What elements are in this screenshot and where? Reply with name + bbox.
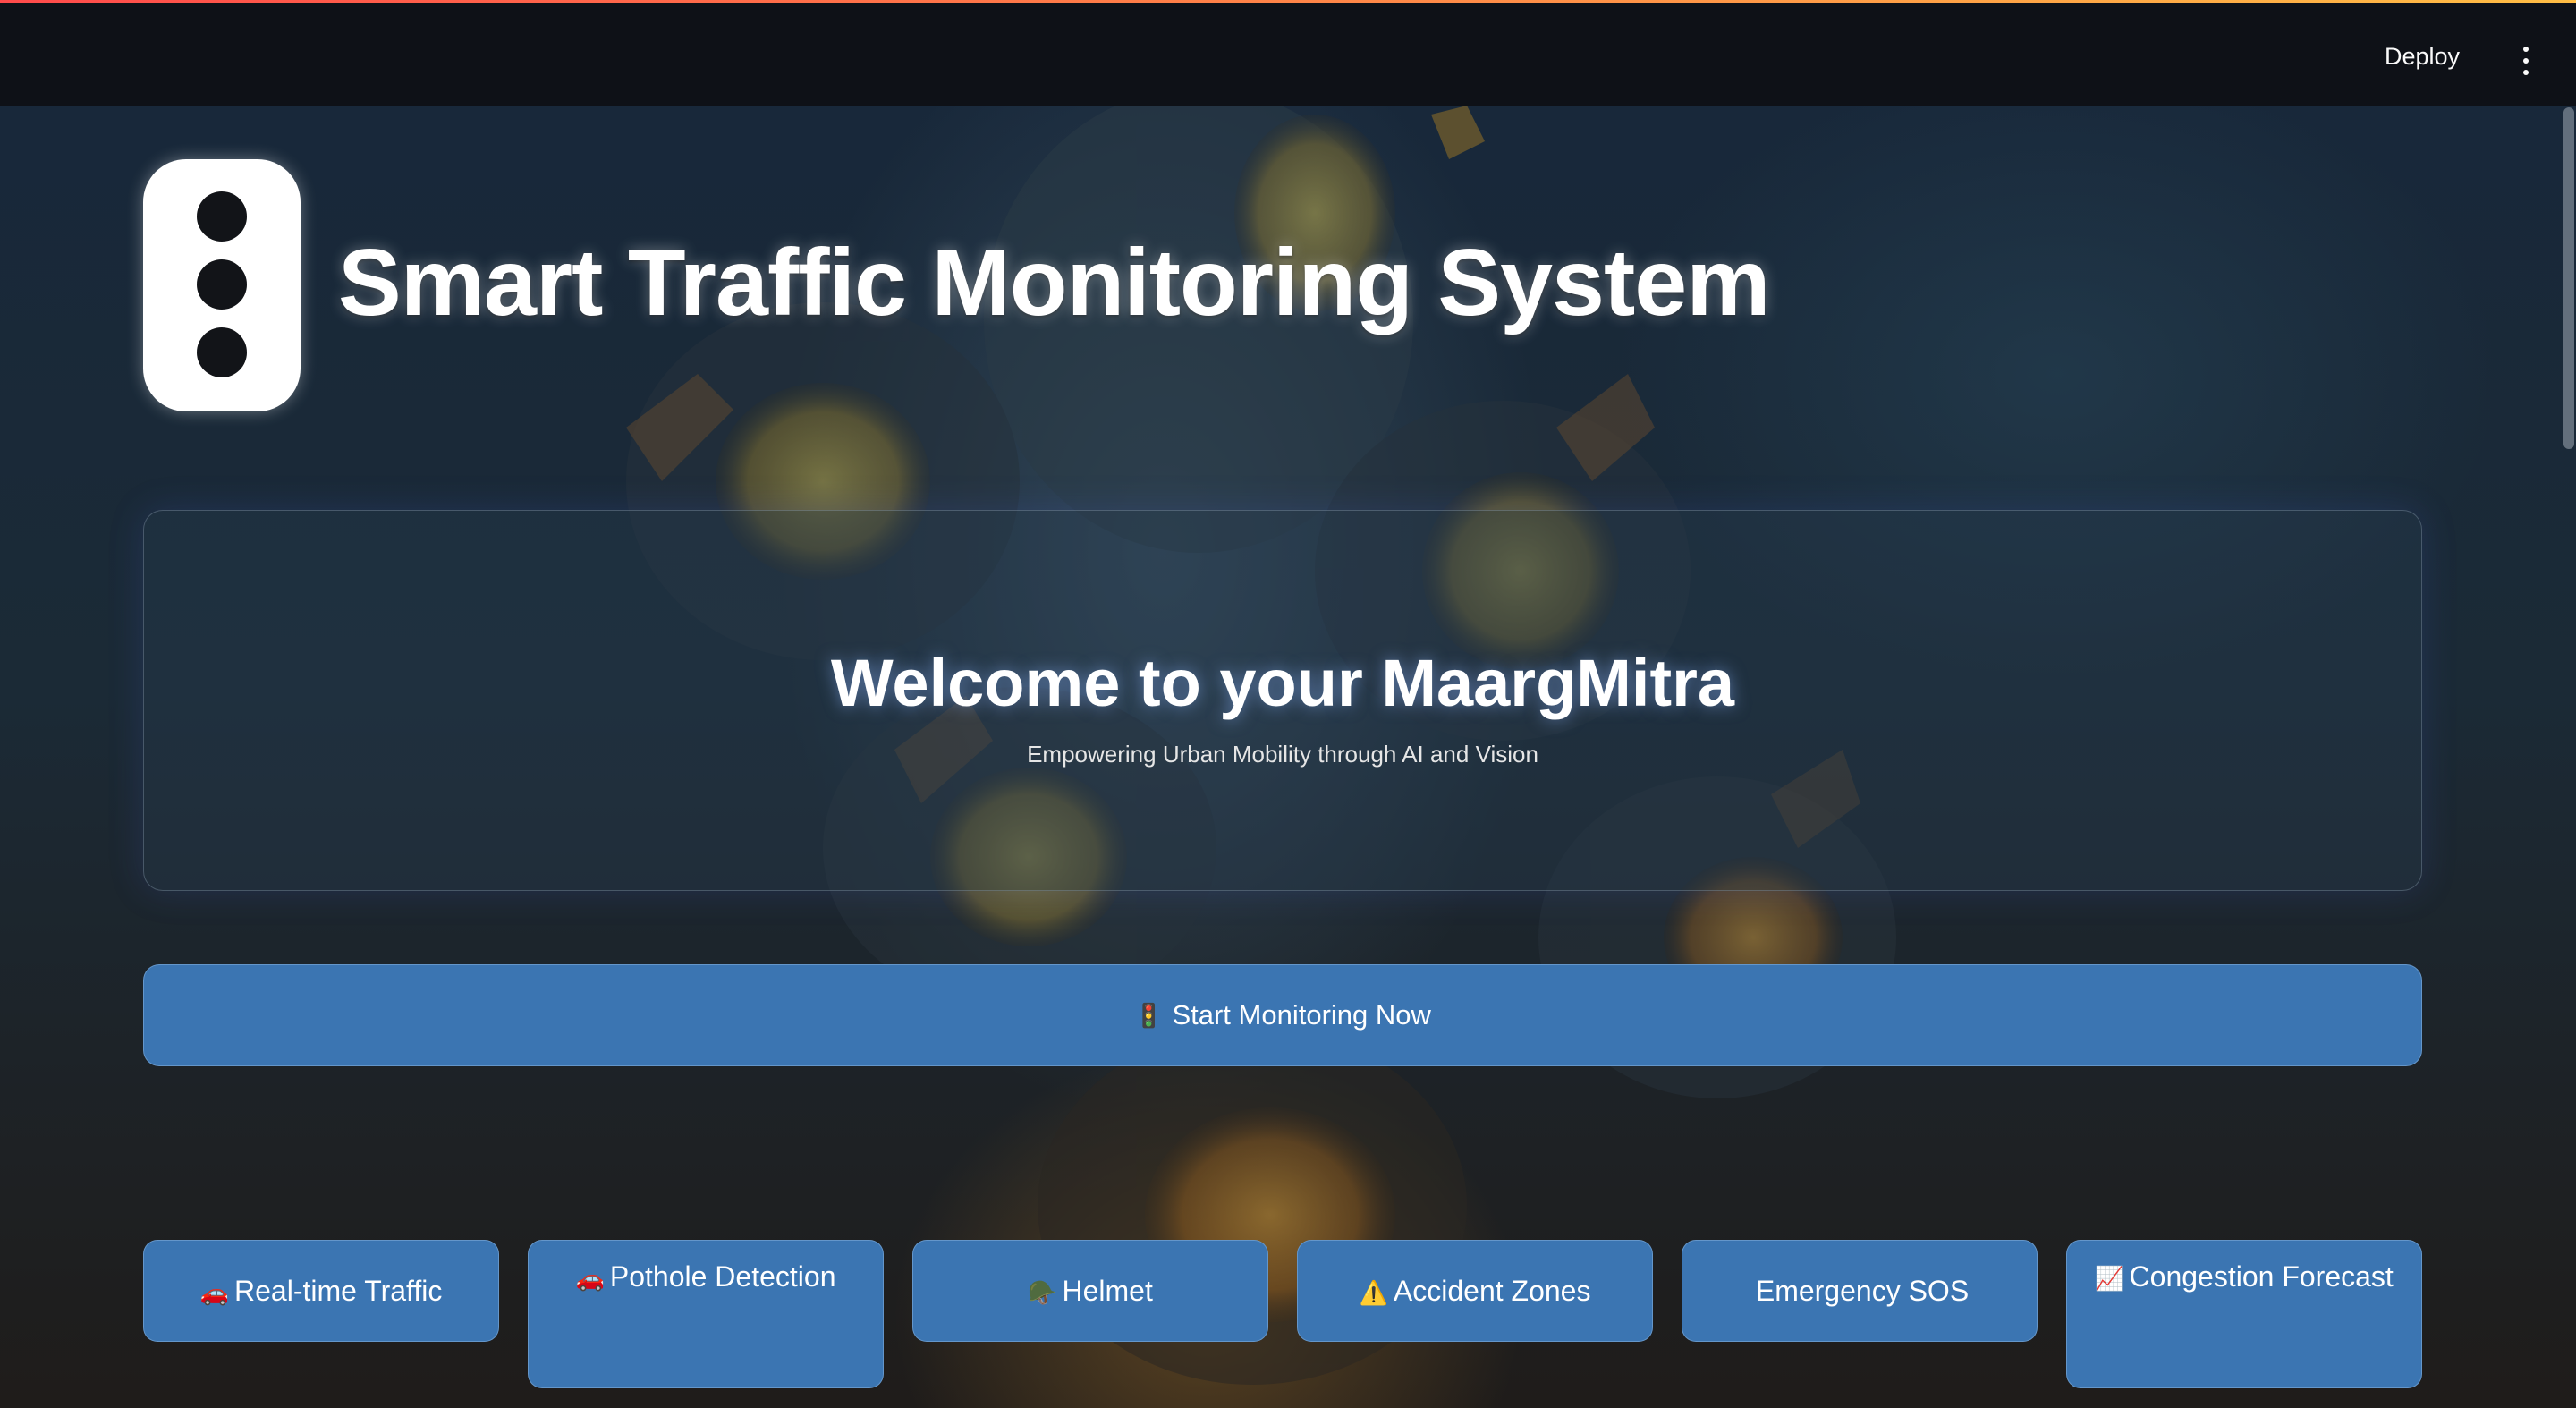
car-icon: 🚗: [199, 1279, 229, 1306]
main-menu-icon[interactable]: [2521, 47, 2531, 75]
feature-label: Real-time Traffic: [234, 1275, 443, 1307]
welcome-card: Welcome to your MaargMitra Empowering Ur…: [143, 510, 2422, 891]
feature-label: Congestion Forecast: [2129, 1260, 2394, 1293]
emergency-sos-button[interactable]: Emergency SOS: [1682, 1240, 2038, 1342]
start-monitoring-label: Start Monitoring Now: [1172, 999, 1431, 1031]
accident-zones-button[interactable]: ⚠️ Accident Zones: [1297, 1240, 1653, 1342]
feature-buttons-row: 🚗 Real-time Traffic 🚗 Pothole Detection 🪖 H…: [143, 1240, 2422, 1392]
chart-increasing-icon: 📈: [2095, 1265, 2124, 1292]
feature-label: Emergency SOS: [1755, 1275, 1970, 1307]
helmet-icon: 🪖: [1028, 1279, 1057, 1306]
real-time-traffic-button[interactable]: 🚗 Real-time Traffic: [143, 1240, 499, 1342]
page-scrollbar[interactable]: [2563, 107, 2574, 449]
pothole-detection-button[interactable]: 🚗 Pothole Detection: [528, 1240, 884, 1388]
feature-label: Pothole Detection: [609, 1260, 836, 1293]
deploy-button[interactable]: Deploy: [2385, 43, 2460, 71]
welcome-title: Welcome to your MaargMitra: [830, 646, 1735, 720]
welcome-subtitle: Empowering Urban Mobility through AI and…: [1027, 741, 1538, 768]
header-accent-line: [0, 0, 2576, 3]
feature-label: Accident Zones: [1393, 1275, 1591, 1307]
traffic-light-emoji-icon: 🚦: [1134, 1001, 1164, 1029]
app-header: Deploy: [0, 0, 2576, 106]
helmet-button[interactable]: 🪖 Helmet: [912, 1240, 1268, 1342]
car-icon: 🚗: [575, 1265, 605, 1292]
page-title: Smart Traffic Monitoring System: [338, 229, 1771, 335]
traffic-light-icon: [143, 159, 301, 411]
congestion-forecast-button[interactable]: 📈 Congestion Forecast: [2066, 1240, 2422, 1388]
feature-label: Helmet: [1062, 1275, 1153, 1307]
app-title-row: Smart Traffic Monitoring System: [143, 159, 1771, 411]
main-content: Smart Traffic Monitoring System Welcome …: [0, 106, 2576, 1408]
start-monitoring-button[interactable]: 🚦 Start Monitoring Now: [143, 964, 2422, 1066]
warning-icon: ⚠️: [1359, 1279, 1388, 1306]
